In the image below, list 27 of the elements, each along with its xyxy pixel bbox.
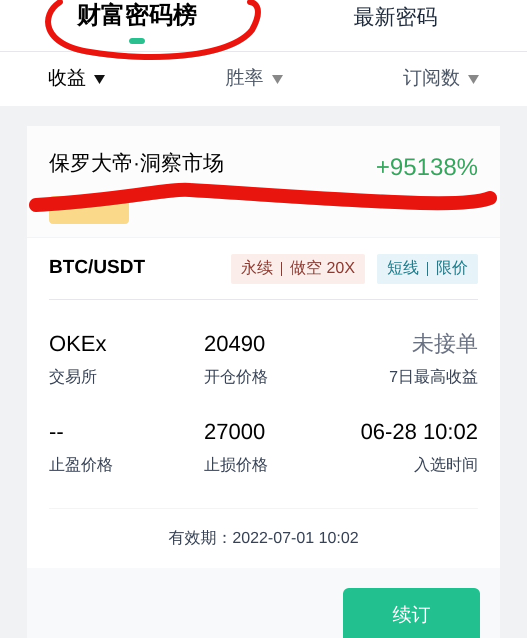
caret-icon bbox=[272, 74, 282, 84]
stat-label: 7日最高收益 bbox=[389, 368, 478, 388]
trading-pair: BTC/USDT bbox=[49, 256, 146, 280]
stat-value: -- bbox=[49, 418, 64, 446]
tag: 短线 限价 bbox=[377, 254, 478, 284]
active-tab-indicator bbox=[128, 38, 145, 44]
stat-value: 27000 bbox=[204, 418, 266, 446]
stat-label: 交易所 bbox=[49, 368, 97, 388]
stat-value: OKEx bbox=[49, 330, 106, 358]
stat-value: 20490 bbox=[204, 330, 266, 358]
tab[interactable]: 最新密码 bbox=[353, 0, 438, 34]
caret-icon bbox=[468, 74, 479, 84]
tab[interactable]: 财富密码榜 bbox=[76, 0, 197, 32]
stat-label: 入选时间 bbox=[414, 456, 478, 476]
stat-value: 06-28 10:02 bbox=[360, 418, 478, 446]
stat-label: 止盈价格 bbox=[49, 456, 113, 476]
return-percent: +95138% bbox=[376, 153, 478, 183]
tag: 永续 做空 20X bbox=[231, 254, 365, 284]
caret-icon bbox=[94, 74, 105, 84]
stat-label: 止损价格 bbox=[204, 456, 268, 476]
sort-option[interactable]: 订阅数 bbox=[403, 64, 479, 94]
sort-option[interactable]: 收益 bbox=[48, 64, 105, 94]
strategy-name: 保罗大帝·洞察市场 bbox=[49, 151, 224, 177]
validity-period: 有效期：2022-07-01 10:02 bbox=[168, 528, 359, 548]
sort-option[interactable]: 胜率 bbox=[226, 64, 282, 94]
stat-label: 开仓价格 bbox=[204, 368, 268, 388]
stat-value: 未接单 bbox=[412, 330, 478, 358]
